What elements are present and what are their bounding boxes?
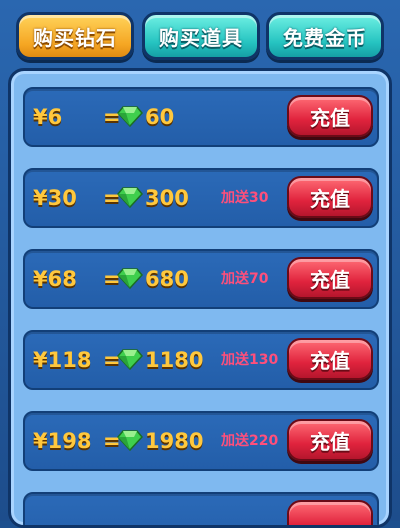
recharge-button-partial[interactable] [287,500,373,525]
price-label: ¥68 [33,267,77,291]
recharge-row: ¥198 = 1980 加送220 充值 [23,411,379,471]
green-gem-icon [117,106,143,127]
recharge-button[interactable]: 充值 [287,338,373,380]
recharge-row-partial [23,492,379,525]
diamond-amount: 1980 [145,429,204,453]
diamond-amount: 60 [145,105,175,129]
price-label: ¥198 [33,429,92,453]
tab-free-coins[interactable]: 免费金币 [266,12,384,60]
recharge-panel: ¥6 = 60 充值 ¥30 = 300 加送30 充值 ¥68 = 680 加… [8,68,392,528]
green-gem-icon [117,187,143,208]
price-label: ¥6 [33,105,63,129]
recharge-row: ¥68 = 680 加送70 充值 [23,249,379,309]
bonus-label: 加送130 [221,352,279,368]
diamond-amount: 300 [145,186,189,210]
diamond-amount: 1180 [145,348,204,372]
bonus-label: 加送70 [221,271,269,287]
bonus-label: 加送220 [221,433,279,449]
recharge-button[interactable]: 充值 [287,257,373,299]
recharge-row: ¥30 = 300 加送30 充值 [23,168,379,228]
green-gem-icon [117,430,143,451]
recharge-button[interactable]: 充值 [287,176,373,218]
recharge-row: ¥118 = 1180 加送130 充值 [23,330,379,390]
price-label: ¥30 [33,186,77,210]
green-gem-icon [117,268,143,289]
recharge-button[interactable]: 充值 [287,95,373,137]
diamond-amount: 680 [145,267,189,291]
green-gem-icon [117,349,143,370]
recharge-button[interactable]: 充值 [287,419,373,461]
tab-buy-diamonds[interactable]: 购买钻石 [16,12,134,60]
bonus-label: 加送30 [221,190,269,206]
tab-buy-items[interactable]: 购买道具 [142,12,260,60]
tab-bar: 购买钻石 购买道具 免费金币 [8,8,392,64]
recharge-row: ¥6 = 60 充值 [23,87,379,147]
shop-window: 购买钻石 购买道具 免费金币 ¥6 = 60 充值 ¥30 = 300 加送30… [0,0,400,528]
price-label: ¥118 [33,348,92,372]
